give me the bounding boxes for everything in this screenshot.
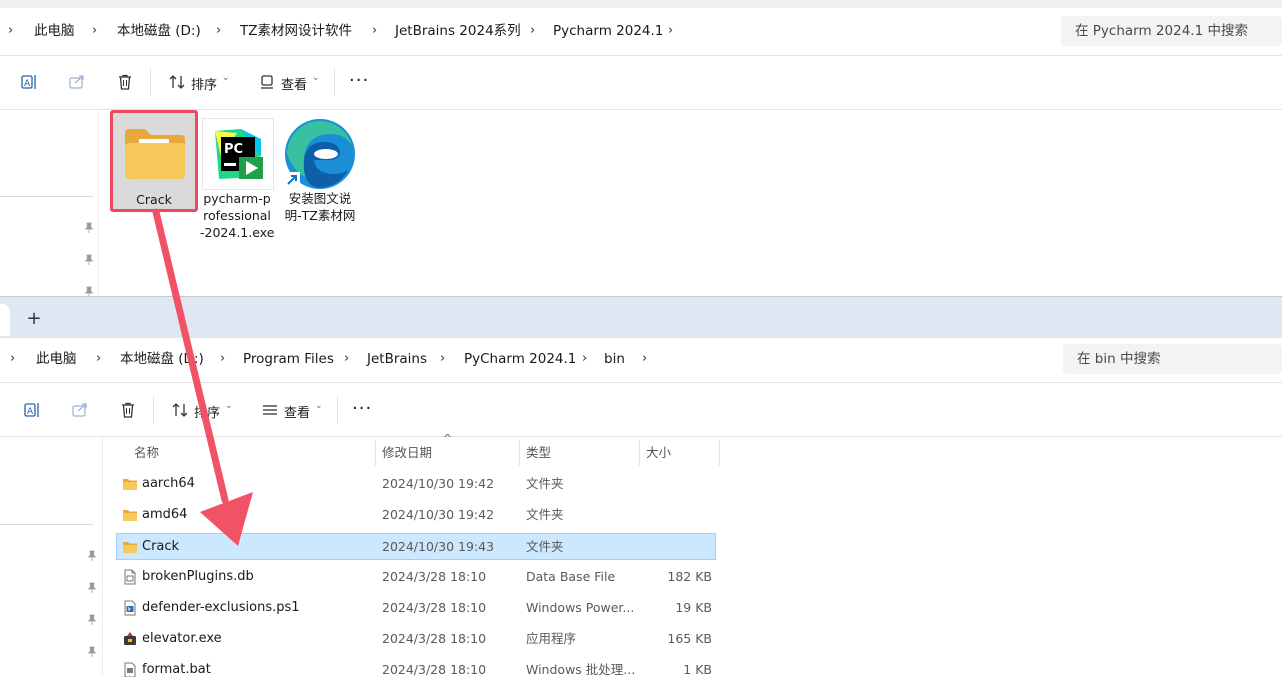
annotation-arrow <box>152 208 253 546</box>
